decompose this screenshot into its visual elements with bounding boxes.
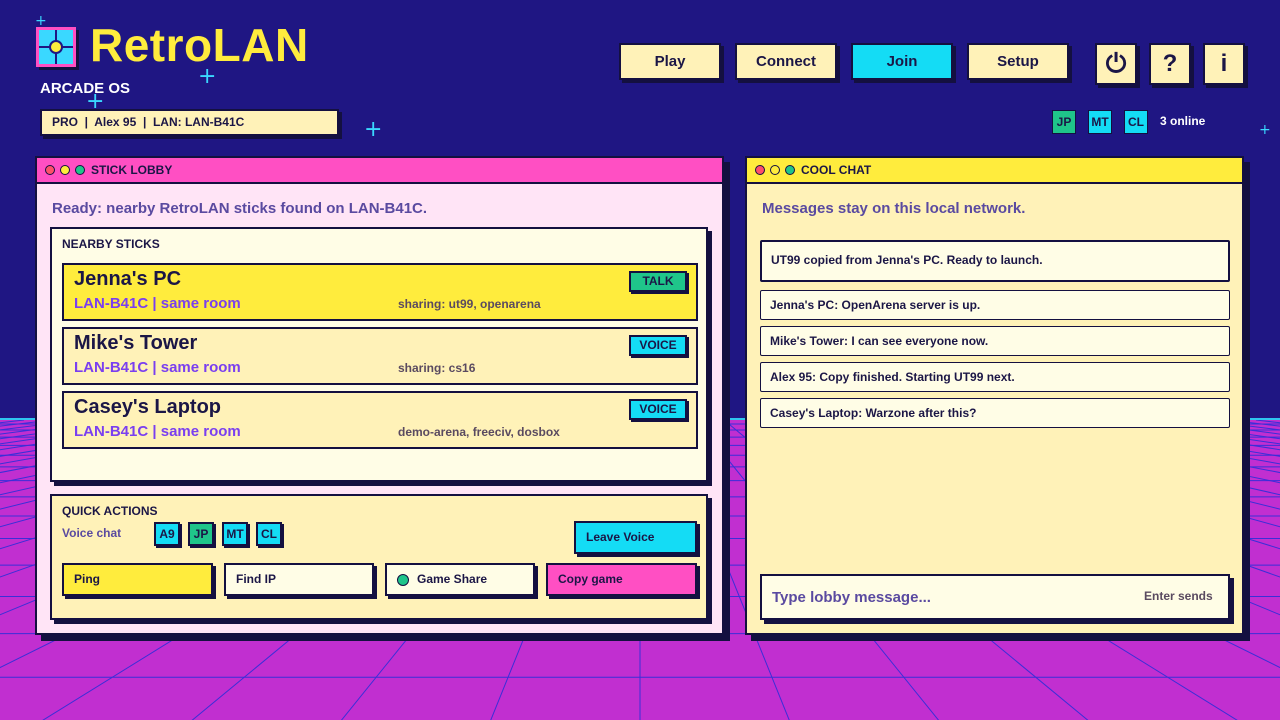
ping-button[interactable]: Ping: [62, 563, 213, 596]
voice-participant-chip[interactable]: JP: [188, 522, 214, 546]
presence-chip[interactable]: CL: [1124, 110, 1148, 134]
voice-button[interactable]: VOICE: [629, 399, 687, 420]
chat-message: UT99 copied from Jenna's PC. Ready to la…: [760, 240, 1230, 282]
sparkle-icon: +: [1259, 122, 1271, 138]
chat-message: Mike's Tower: I can see everyone now.: [760, 326, 1230, 356]
talk-button[interactable]: TALK: [629, 271, 687, 292]
game-share-button[interactable]: Game Share: [385, 563, 535, 596]
app-title: RetroLAN: [90, 19, 309, 71]
chat-note: Messages stay on this local network.: [762, 200, 1026, 217]
nearby-sticks-title: NEARBY STICKS: [62, 237, 160, 251]
chat-message: Alex 95: Copy finished. Starting UT99 ne…: [760, 362, 1230, 392]
game-share-label: Game Share: [417, 572, 488, 586]
help-icon: ?: [1162, 50, 1178, 77]
cool-chat-title: COOL CHAT: [801, 163, 872, 177]
minimize-dot-icon[interactable]: [60, 165, 70, 175]
peer-name: Mike's Tower: [74, 332, 198, 354]
presence-chip[interactable]: MT: [1088, 110, 1112, 134]
chat-message: Jenna's PC: OpenArena server is up.: [760, 290, 1230, 320]
status-dot-icon: [397, 574, 409, 586]
voice-chat-label: Voice chat: [62, 526, 122, 540]
enter-sends-hint: Enter sends: [1144, 589, 1213, 603]
nav-join-button[interactable]: Join: [851, 43, 953, 80]
maximize-dot-icon[interactable]: [75, 165, 85, 175]
peer-row[interactable]: Jenna's PC LAN-B41C | same room sharing:…: [62, 263, 698, 321]
close-dot-icon[interactable]: [755, 165, 765, 175]
help-button[interactable]: ?: [1149, 43, 1191, 85]
peer-row[interactable]: Mike's Tower LAN-B41C | same room sharin…: [62, 327, 698, 385]
peer-name: Jenna's PC: [74, 268, 182, 290]
sparkle-icon: +: [364, 117, 383, 142]
info-icon: i: [1220, 50, 1228, 77]
cool-chat-titlebar[interactable]: COOL CHAT: [747, 158, 1242, 184]
chat-message-input[interactable]: [772, 584, 1132, 610]
retrolan-logo-icon: [36, 27, 76, 67]
minimize-dot-icon[interactable]: [770, 165, 780, 175]
voice-participant-chip[interactable]: MT: [222, 522, 248, 546]
stick-lobby-title: STICK LOBBY: [91, 163, 173, 177]
power-button[interactable]: ⏻: [1095, 43, 1137, 85]
copy-game-button[interactable]: Copy game: [546, 563, 697, 596]
nav-setup-button[interactable]: Setup: [967, 43, 1069, 80]
leave-voice-button[interactable]: Leave Voice: [574, 521, 697, 554]
power-icon: ⏻: [1105, 49, 1127, 79]
voice-button[interactable]: VOICE: [629, 335, 687, 356]
peer-sharing: sharing: ut99, openarena: [398, 297, 541, 311]
nearby-sticks-section: NEARBY STICKS Jenna's PC LAN-B41C | same…: [50, 227, 708, 482]
sparkle-icon: +: [35, 13, 47, 29]
presence-chip[interactable]: JP: [1052, 110, 1076, 134]
chat-input-box: Enter sends: [760, 574, 1230, 620]
nav-connect-button[interactable]: Connect: [735, 43, 837, 80]
voice-participant-chip[interactable]: A9: [154, 522, 180, 546]
app-subtitle: ARCADE OS: [40, 80, 131, 97]
nav-play-button[interactable]: Play: [619, 43, 721, 80]
peer-row[interactable]: Casey's Laptop LAN-B41C | same room demo…: [62, 391, 698, 449]
find-ip-button[interactable]: Find IP: [224, 563, 374, 596]
quick-actions-title: QUICK ACTIONS: [62, 504, 158, 518]
peer-name: Casey's Laptop: [74, 396, 222, 418]
info-button[interactable]: i: [1203, 43, 1245, 85]
voice-participant-chip[interactable]: CL: [256, 522, 282, 546]
maximize-dot-icon[interactable]: [785, 165, 795, 175]
peer-sharing: sharing: cs16: [398, 361, 476, 375]
lobby-status-text: Ready: nearby RetroLAN sticks found on L…: [52, 200, 428, 217]
close-dot-icon[interactable]: [45, 165, 55, 175]
peer-network: LAN-B41C | same room: [74, 295, 241, 312]
peer-network: LAN-B41C | same room: [74, 359, 241, 376]
online-count: 3 online: [1160, 114, 1206, 128]
quick-actions-section: QUICK ACTIONS Voice chat: [50, 494, 708, 620]
user-status-bar: PRO | Alex 95 | LAN: LAN-B41C: [40, 109, 339, 136]
peer-sharing: demo-arena, freeciv, dosbox: [398, 425, 560, 439]
peer-network: LAN-B41C | same room: [74, 423, 241, 440]
stick-lobby-titlebar[interactable]: STICK LOBBY: [37, 158, 722, 184]
cool-chat-window: COOL CHAT: [745, 156, 1244, 635]
chat-message: Casey's Laptop: Warzone after this?: [760, 398, 1230, 428]
